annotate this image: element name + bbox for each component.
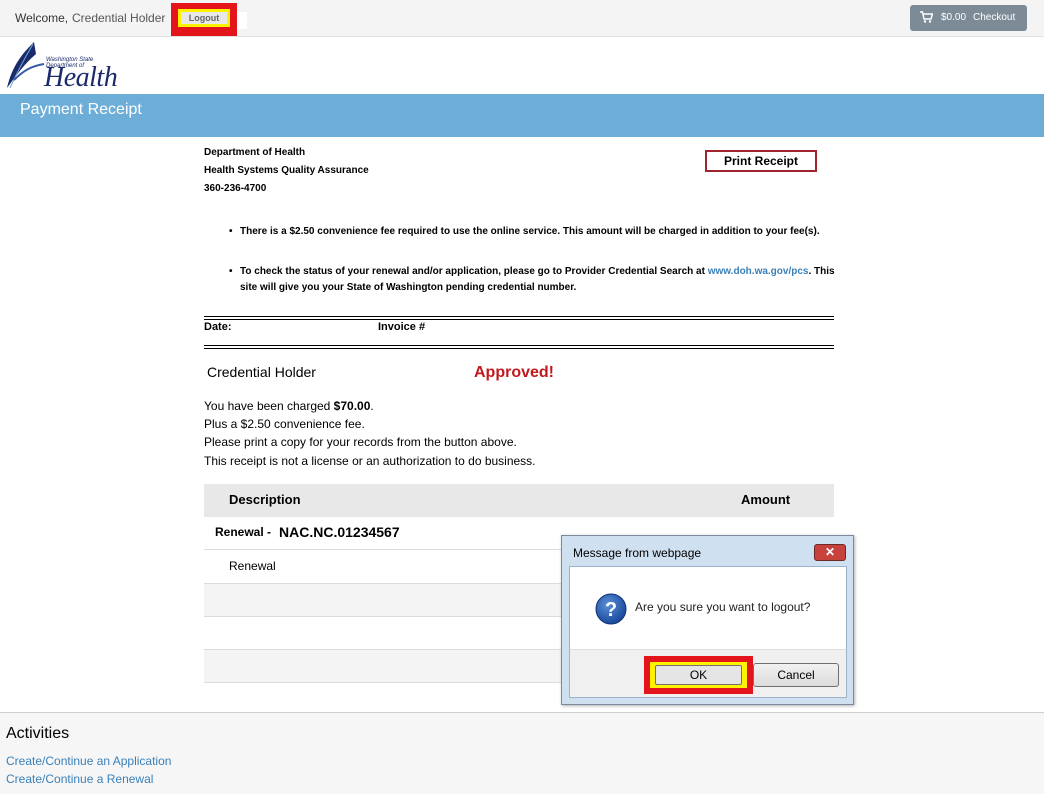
cancel-button[interactable]: Cancel: [753, 663, 839, 687]
cart-amount: $0.00: [941, 12, 967, 23]
close-icon[interactable]: ✕: [814, 544, 846, 561]
status-notice: To check the status of your renewal and/…: [229, 264, 836, 296]
print-instruction: Please print a copy for your records fro…: [204, 435, 517, 449]
logout-button[interactable]: Logout: [181, 12, 227, 24]
status-badge: Approved!: [474, 364, 554, 381]
org-line-1: Department of Health: [204, 147, 306, 158]
cart-icon: [920, 11, 933, 23]
fee-line: Plus a $2.50 convenience fee.: [204, 417, 365, 431]
create-application-link[interactable]: Create/Continue an Application: [6, 754, 171, 768]
charged-text: You have been charged: [204, 399, 334, 413]
charged-suffix: .: [370, 399, 374, 413]
license-disclaimer: This receipt is not a license or an auth…: [204, 454, 536, 468]
pcs-link[interactable]: www.doh.wa.gov/pcs: [708, 266, 809, 277]
svg-text:?: ?: [605, 599, 617, 621]
column-description: Description: [229, 492, 301, 507]
user-name: Credential Holder: [72, 11, 166, 25]
feather-logo-icon: [7, 42, 45, 89]
question-icon: ?: [595, 593, 627, 625]
doh-logo[interactable]: Washington State Department of Health: [4, 40, 124, 94]
logout-confirm-dialog: Message from webpage ✕ ? Are you sure yo…: [561, 535, 854, 705]
date-label: Date:: [204, 321, 232, 333]
checkout-label: Checkout: [973, 12, 1016, 23]
logout-highlight: Logout: [171, 3, 237, 36]
dialog-title: Message from webpage: [573, 546, 702, 560]
create-renewal-link[interactable]: Create/Continue a Renewal: [6, 772, 153, 786]
dialog-footer: OK Cancel: [570, 649, 846, 697]
checkout-button[interactable]: $0.00 Checkout: [910, 5, 1027, 31]
ok-button[interactable]: OK: [655, 665, 742, 685]
logout-highlight-inner: Logout: [178, 9, 230, 27]
column-amount: Amount: [741, 492, 791, 507]
ok-highlight: OK: [644, 656, 753, 694]
renewal-label: Renewal -: [215, 525, 272, 539]
dialog-body: ? Are you sure you want to logout? OK Ca…: [569, 566, 847, 698]
credential-holder-name: Credential Holder: [207, 364, 316, 380]
page: Welcome, Credential Holder Logout $0.00 …: [0, 0, 1044, 794]
ok-highlight-inner: OK: [650, 662, 747, 688]
activities-panel: Activities Create/Continue an Applicatio…: [0, 712, 1044, 794]
divider: [204, 316, 834, 320]
table-header: Description Amount: [204, 484, 834, 517]
divider: [204, 345, 834, 349]
renewal-item: Renewal: [229, 559, 276, 573]
org-line-2: Health Systems Quality Assurance: [204, 165, 369, 176]
print-receipt-button[interactable]: Print Receipt: [705, 150, 817, 172]
page-title: Payment Receipt: [20, 101, 142, 118]
page-header: Payment Receipt: [0, 94, 1044, 137]
logo-wordmark: Health: [44, 62, 118, 93]
welcome-text: Welcome,: [15, 11, 69, 25]
org-phone: 360-236-4700: [204, 183, 267, 194]
fee-notice: There is a $2.50 convenience fee require…: [229, 224, 836, 240]
charged-amount: $70.00: [333, 399, 371, 413]
charged-line: You have been charged $70.00.: [204, 399, 374, 413]
top-bar: Welcome, Credential Holder Logout $0.00 …: [0, 0, 1044, 37]
renewal-code: NAC.NC.01234567: [279, 524, 400, 540]
topbar-gap: [237, 12, 247, 29]
activities-title: Activities: [6, 725, 70, 742]
status-notice-text: To check the status of your renewal and/…: [240, 266, 708, 277]
dialog-message: Are you sure you want to logout?: [635, 600, 811, 614]
invoice-label: Invoice #: [378, 321, 426, 333]
